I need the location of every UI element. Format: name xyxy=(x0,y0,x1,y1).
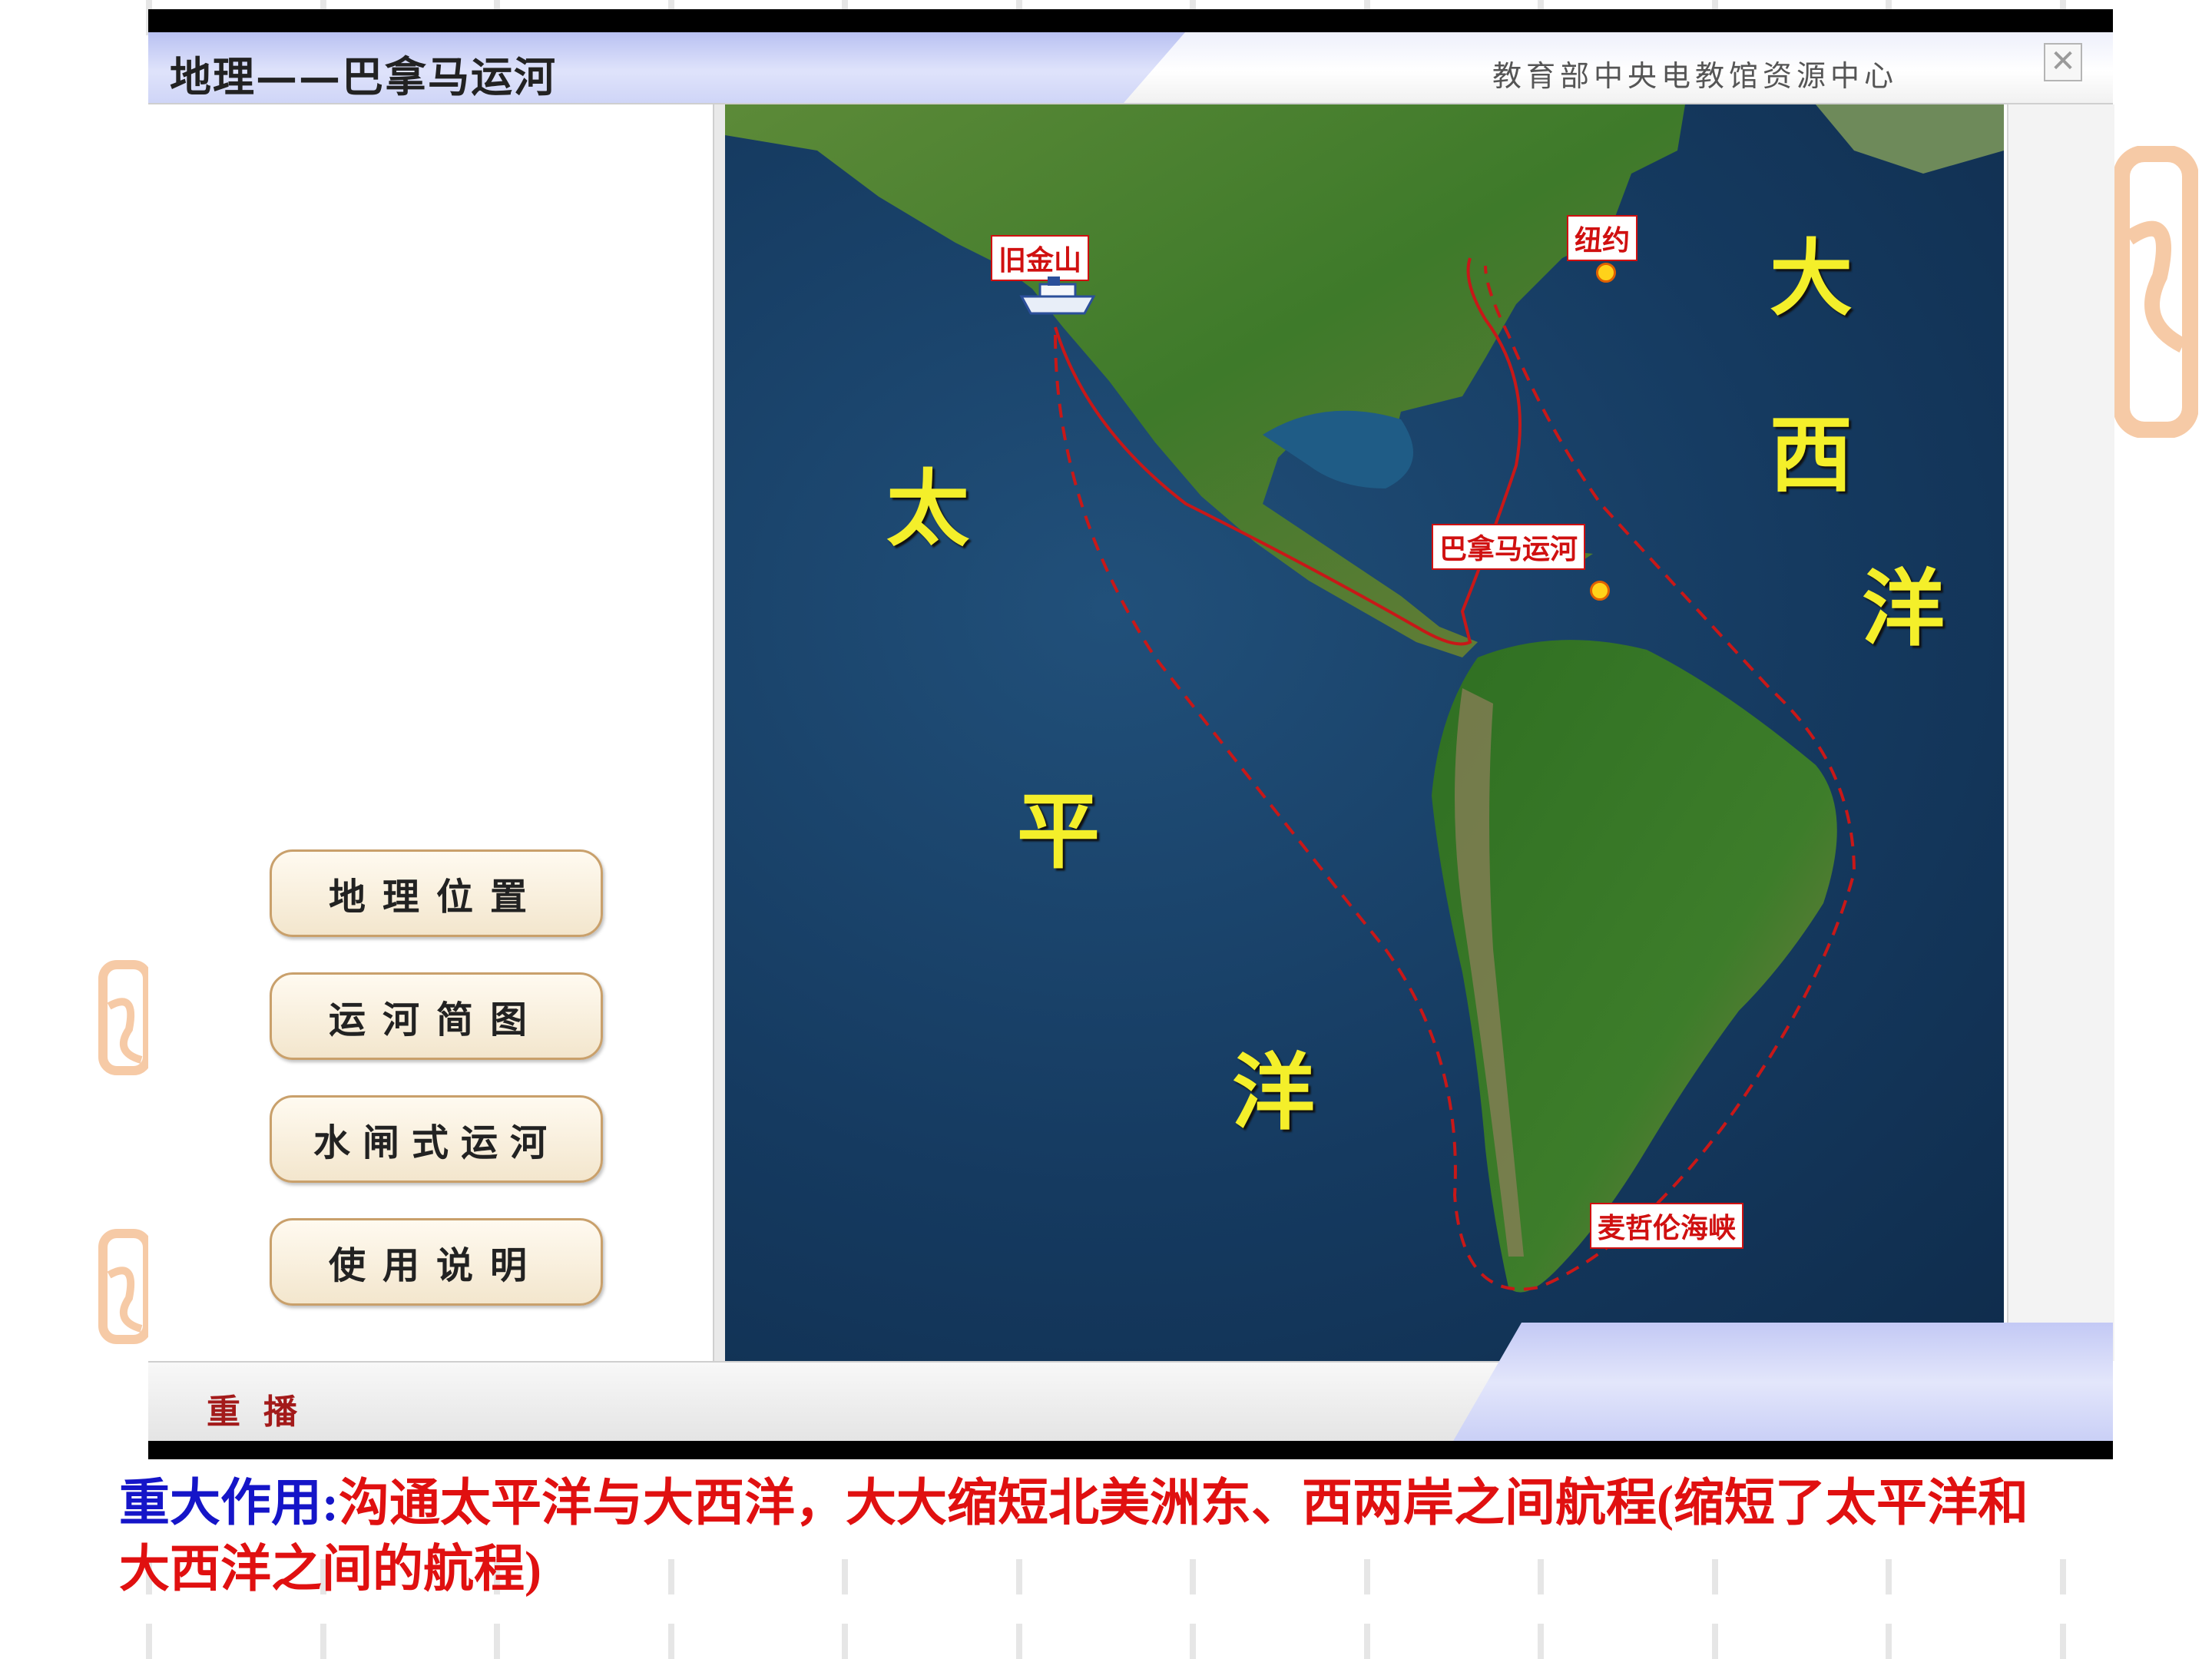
caption-text: 沟通太平洋与大西洋，大大缩短北美洲东、西两岸之间航程(缩短了太平洋和大西洋之间的… xyxy=(119,1475,2028,1598)
close-icon: ✕ xyxy=(2050,44,2076,79)
atlantic-label-3: 洋 xyxy=(1862,561,1945,657)
panama-canal-marker xyxy=(1590,581,1610,601)
app-title: 地理——巴拿马运河 xyxy=(170,52,557,101)
bottom-bar-accent xyxy=(1452,1323,2113,1442)
panama-canal-label: 巴拿马运河 xyxy=(1432,524,1586,570)
magellan-strait-label: 麦哲伦海峡 xyxy=(1590,1203,1744,1249)
canal-sketch-button[interactable]: 运河简图 xyxy=(270,972,603,1060)
navigation-pane: 地理位置 运河简图 水闸式运河 使用说明 xyxy=(148,104,713,1361)
ship-icon xyxy=(1019,276,1096,315)
publisher-label: 教育部中央电教馆资源中心 xyxy=(1492,59,1899,93)
window-top-border xyxy=(148,9,2113,32)
pacific-label-1: 太 xyxy=(886,461,970,558)
greenland-landmass xyxy=(1816,104,2004,174)
north-america-landmass xyxy=(725,104,1685,657)
background-dash-row xyxy=(146,1624,2066,1659)
caption-key: 重大作用 xyxy=(119,1475,322,1532)
americas-map: 太 平 洋 大 西 洋 旧金山 纽约 巴拿马运河 麦哲伦海峡 xyxy=(725,104,2004,1361)
lock-canal-button[interactable]: 水闸式运河 xyxy=(270,1095,603,1183)
caption-colon: : xyxy=(322,1475,339,1532)
window-bottom-border xyxy=(148,1441,2113,1459)
location-button[interactable]: 地理位置 xyxy=(270,849,603,937)
seal-decoration-right xyxy=(2114,146,2198,438)
atlantic-label-1: 大 xyxy=(1770,230,1853,327)
seal-decoration-left xyxy=(98,1229,152,1344)
title-bar: 地理——巴拿马运河 教育部中央电教馆资源中心 ✕ xyxy=(148,32,2113,104)
close-button[interactable]: ✕ xyxy=(2044,43,2082,81)
bottom-bar: 重播 xyxy=(148,1323,2113,1442)
right-panel xyxy=(2007,104,2114,1361)
pacific-label-2: 平 xyxy=(1017,783,1101,880)
instructions-button[interactable]: 使用说明 xyxy=(270,1218,603,1306)
replay-button[interactable]: 重播 xyxy=(207,1384,320,1433)
seal-decoration-left xyxy=(98,960,152,1075)
app-window: 地理——巴拿马运河 教育部中央电教馆资源中心 ✕ 地理位置 运河简图 水闸式运河… xyxy=(148,9,2114,1459)
pacific-label-3: 洋 xyxy=(1232,1045,1316,1141)
new-york-marker xyxy=(1596,263,1616,283)
new-york-label: 纽约 xyxy=(1567,215,1638,261)
caption: 重大作用:沟通太平洋与大西洋，大大缩短北美洲东、西两岸之间航程(缩短了太平洋和大… xyxy=(119,1471,2055,1603)
atlantic-label-2: 西 xyxy=(1770,407,1853,504)
